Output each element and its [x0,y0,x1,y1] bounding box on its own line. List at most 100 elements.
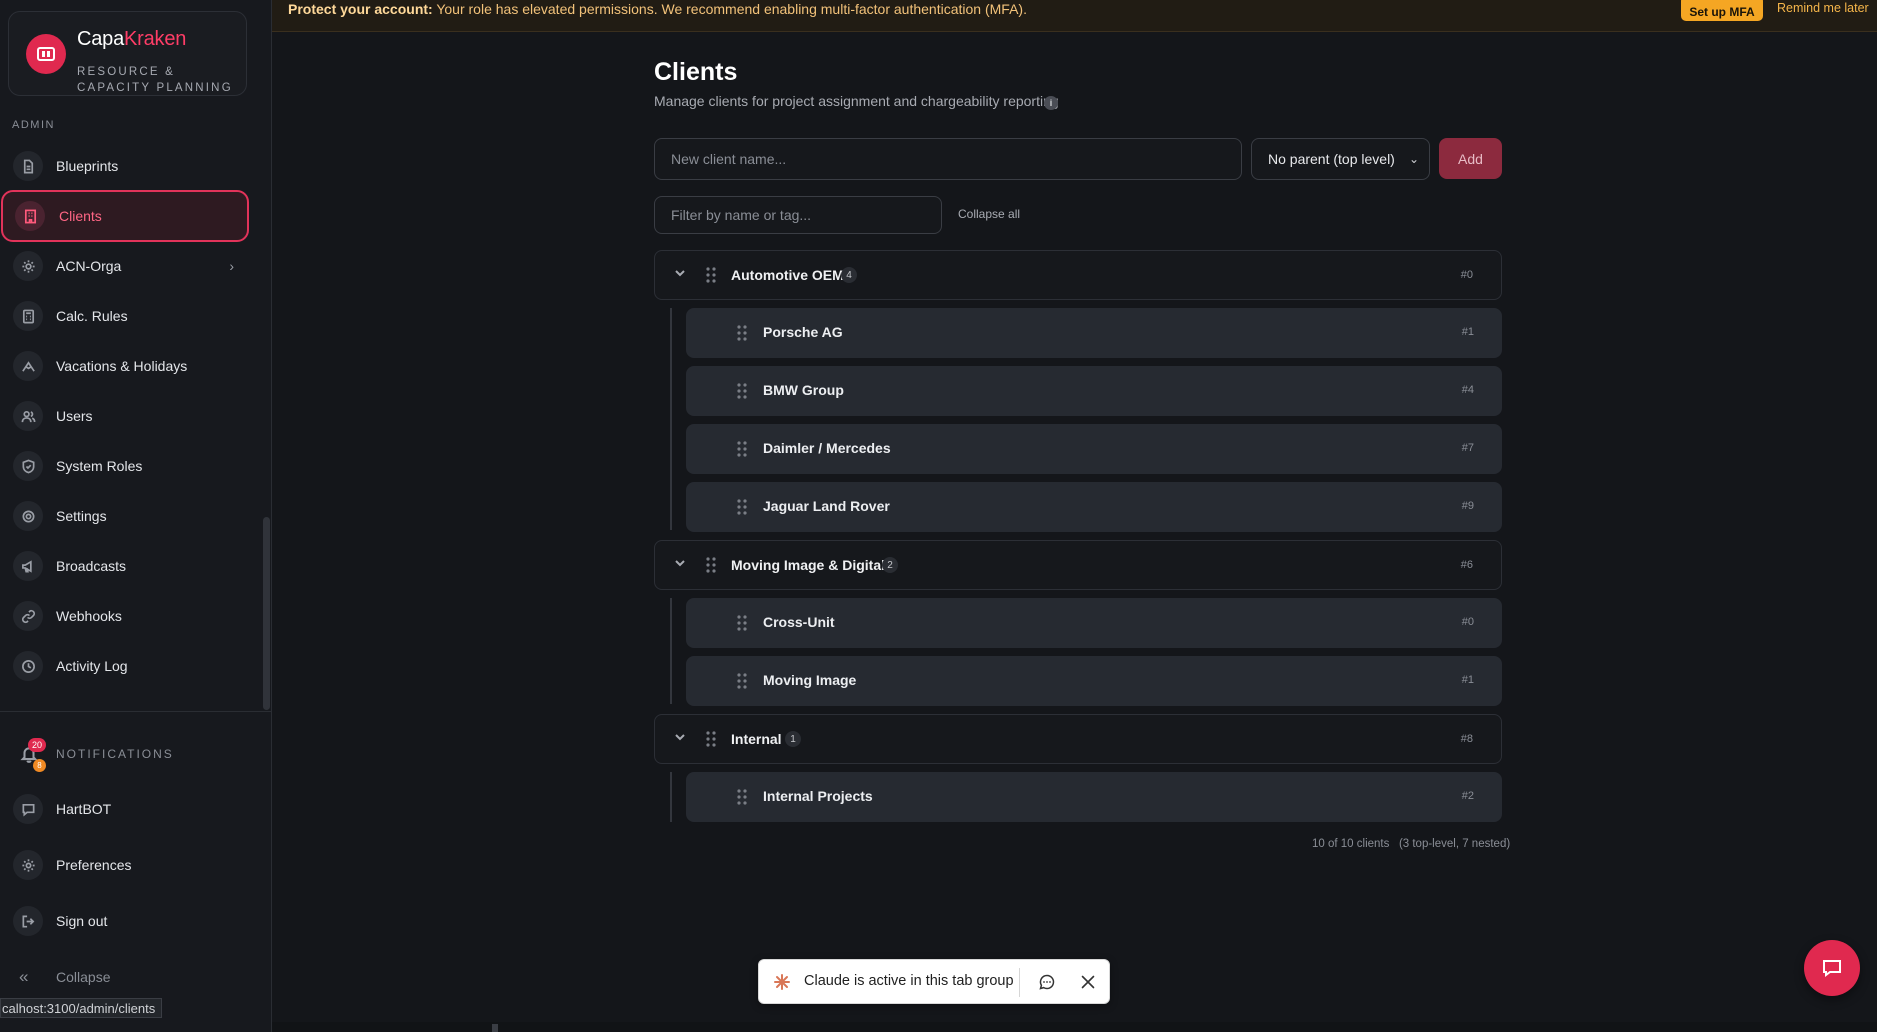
chat-icon [13,794,43,824]
sidebar-item-preferences[interactable]: Preferences [0,840,250,890]
status-url: calhost:3100/admin/clients [0,998,163,1018]
drag-handle-icon[interactable] [737,789,747,805]
client-group-row[interactable]: Automotive OEM 4 #0 [654,250,1502,300]
sidebar-item-users[interactable]: Users [0,391,250,441]
sidebar-item-label: System Roles [56,458,143,474]
drag-handle-icon[interactable] [706,557,716,573]
client-row[interactable]: Porsche AG #1 [686,308,1502,358]
client-row[interactable]: Internal Projects #2 [686,772,1502,822]
clock-icon [13,651,43,681]
shield-icon [13,451,43,481]
chevron-down-icon[interactable] [673,556,687,570]
sidebar-item-label: HartBOT [56,801,112,817]
info-icon[interactable]: i [1044,96,1058,110]
client-row[interactable]: BMW Group #4 [686,366,1502,416]
chevron-down-icon: ⌄ [1408,152,1419,166]
sort-index: #7 [1461,442,1474,454]
client-name: Cross-Unit [763,614,835,630]
chat-fab-button[interactable] [1804,940,1860,996]
drag-handle-icon[interactable] [737,383,747,399]
client-row[interactable]: Moving Image #1 [686,656,1502,706]
client-row[interactable]: Jaguar Land Rover #9 [686,482,1502,532]
filter-input[interactable] [654,196,942,234]
chat-icon [1823,960,1841,977]
sidebar-divider [0,711,271,712]
sidebar-item-label: Users [56,408,93,424]
drag-handle-icon[interactable] [706,731,716,747]
tree-line [670,772,672,822]
client-row[interactable]: Cross-Unit #0 [686,598,1502,648]
notification-count-badge: 20 [28,738,46,752]
sidebar-item-blueprints[interactable]: Blueprints [0,141,250,191]
sidebar-scrollbar[interactable] [263,517,270,710]
scroll-marker [492,1024,498,1032]
notifications-item[interactable]: 20 8 NOTIFICATIONS [0,738,250,772]
client-row[interactable]: Daimler / Mercedes #7 [686,424,1502,474]
new-client-input[interactable] [654,138,1242,180]
brand-card[interactable]: CapaKraken RESOURCE & CAPACITY PLANNING [8,11,247,96]
close-icon[interactable] [1079,973,1097,991]
logout-icon [13,906,43,936]
client-name: Internal Projects [763,788,873,804]
megaphone-icon [13,551,43,581]
drag-handle-icon[interactable] [737,325,747,341]
page-subtitle: Manage clients for project assignment an… [654,93,1059,109]
cog-icon [13,501,43,531]
sidebar: CapaKraken RESOURCE & CAPACITY PLANNING … [0,0,272,1032]
sidebar-item-calc-rules[interactable]: Calc. Rules [0,291,250,341]
client-group-row[interactable]: Moving Image & Digital 2 #6 [654,540,1502,590]
sidebar-item-settings[interactable]: Settings [0,491,250,541]
parent-select-value: No parent (top level) [1268,151,1395,167]
toast-label: Claude is active in this tab group [804,973,1014,989]
sort-index: #9 [1461,500,1474,512]
sort-index: #0 [1461,616,1474,628]
parent-select[interactable]: No parent (top level) ⌄ [1251,138,1430,180]
remind-later-link[interactable]: Remind me later [1777,1,1869,15]
page-title: Clients [654,58,738,86]
banner-message: Protect your account: Your role has elev… [288,1,1027,17]
sidebar-item-activity-log[interactable]: Activity Log [0,641,250,691]
sidebar-item-vacations[interactable]: Vacations & Holidays [0,341,250,391]
notifications-label: NOTIFICATIONS [56,747,174,761]
drag-handle-icon[interactable] [706,267,716,283]
collapse-label: Collapse [56,969,111,985]
chevron-down-icon[interactable] [673,266,687,280]
building-icon [15,201,45,231]
claude-spark-icon [774,974,790,990]
sidebar-item-system-roles[interactable]: System Roles [0,441,250,491]
group-name: Moving Image & Digital [731,557,886,573]
sidebar-item-clients[interactable]: Clients [1,190,249,242]
drag-handle-icon[interactable] [737,499,747,515]
sidebar-item-webhooks[interactable]: Webhooks [0,591,250,641]
sidebar-item-label: Sign out [56,913,108,929]
drag-handle-icon[interactable] [737,615,747,631]
brand-tagline: RESOURCE & CAPACITY PLANNING [77,66,233,94]
drag-handle-icon[interactable] [737,441,747,457]
child-count-badge: 2 [882,557,898,573]
drag-handle-icon[interactable] [737,673,747,689]
sidebar-item-label: Broadcasts [56,558,127,574]
sort-index: #4 [1461,384,1474,396]
mountain-icon [13,351,43,381]
sidebar-item-sign-out[interactable]: Sign out [0,896,250,946]
collapse-all-button[interactable]: Collapse all [958,207,1020,221]
users-icon [13,401,43,431]
sidebar-item-label: Calc. Rules [56,308,128,324]
cog-icon [13,850,43,880]
chevron-right-icon[interactable]: › [229,258,234,274]
sidebar-collapse-button[interactable]: « Collapse [0,964,250,990]
chat-bubble-icon[interactable] [1038,973,1056,991]
sidebar-item-acn-orga[interactable]: ACN-Orga › [0,241,250,291]
chevron-down-icon[interactable] [673,730,687,744]
mfa-banner: Protect your account: Your role has elev… [272,0,1877,32]
sidebar-item-label: Blueprints [56,158,119,174]
client-group-row[interactable]: Internal 1 #8 [654,714,1502,764]
sidebar-item-broadcasts[interactable]: Broadcasts [0,541,250,591]
group-name: Automotive OEM [731,267,844,283]
sidebar-item-hartbot[interactable]: HartBOT [0,784,250,834]
setup-mfa-button[interactable]: Set up MFA [1681,0,1763,21]
sort-index: #1 [1461,674,1474,686]
notification-secondary-badge: 8 [33,759,46,772]
add-client-button[interactable]: Add [1439,138,1502,179]
bottom-strip [272,1022,1877,1032]
